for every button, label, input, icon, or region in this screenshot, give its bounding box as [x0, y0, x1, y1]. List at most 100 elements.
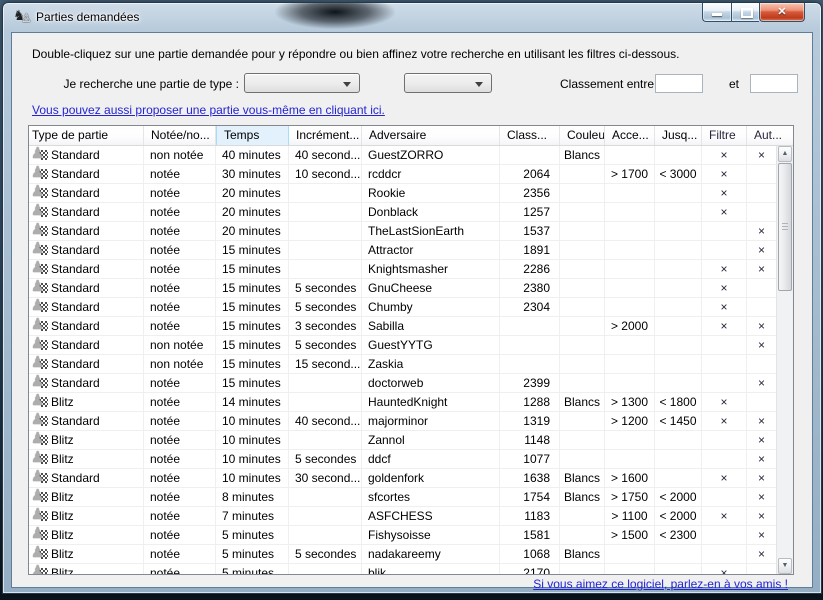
cell-text: Standard — [51, 414, 100, 428]
cell-rating: 1148 — [500, 431, 560, 450]
game-row[interactable]: Standardnon notée15 minutes5 secondesGue… — [29, 336, 776, 355]
game-row[interactable]: Blitznotée7 minutesASFCHESS1183> 1100< 2… — [29, 507, 776, 526]
cell-min: > 1700 — [605, 165, 655, 184]
cell-color — [560, 298, 605, 317]
game-row[interactable]: Blitznotée10 minutesZannol1148× — [29, 431, 776, 450]
chess-pieces-icon: ♞ ♙ — [13, 8, 33, 26]
titlebar[interactable]: ♞ ♙ Parties demandées — [3, 3, 821, 32]
cell-min — [605, 298, 655, 317]
cell-increment: 30 second... — [289, 469, 362, 488]
cell-filter — [702, 355, 747, 374]
game-row[interactable]: Standardnotée30 minutes10 second...rcddc… — [29, 165, 776, 184]
cell-color — [560, 412, 605, 431]
column-header-auto[interactable]: Aut... — [747, 126, 793, 145]
game-row[interactable]: Standardnotée10 minutes30 second...golde… — [29, 469, 776, 488]
pawn-board-icon — [32, 337, 49, 352]
cell-opponent: majorminor — [362, 412, 500, 431]
pawn-board-icon — [32, 280, 49, 295]
cell-auto — [747, 279, 776, 298]
share-software-link[interactable]: Si vous aimez ce logiciel, parlez-en à v… — [533, 577, 788, 591]
pawn-board-icon — [32, 508, 49, 523]
cell-color — [560, 203, 605, 222]
cell-time: 40 minutes — [216, 146, 289, 165]
game-row[interactable]: Blitznotée14 minutesHauntedKnight1288Bla… — [29, 393, 776, 412]
cell-auto: × — [747, 260, 776, 279]
column-header-opponent[interactable]: Adversaire — [362, 126, 500, 145]
game-row[interactable]: Standardnotée20 minutesRookie2356× — [29, 184, 776, 203]
scroll-up-arrow-icon[interactable]: ▲ — [778, 146, 792, 162]
rating-max-input[interactable] — [750, 74, 798, 93]
window-title: Parties demandées — [36, 10, 139, 24]
cell-max — [655, 355, 702, 374]
cell-max — [655, 203, 702, 222]
game-row[interactable]: Standardnon notée15 minutes15 second...Z… — [29, 355, 776, 374]
pawn-board-icon — [32, 185, 49, 200]
game-row[interactable]: Blitznotée5 minutes5 secondesnadakareemy… — [29, 545, 776, 564]
cell-rating: 1288 — [500, 393, 560, 412]
column-header-rated[interactable]: Notée/no... — [144, 126, 216, 145]
game-variant-dropdown[interactable] — [404, 73, 492, 93]
game-row[interactable]: Blitznotée5 minutesFishysoisse1581> 1500… — [29, 526, 776, 545]
cell-rating: 1754 — [500, 488, 560, 507]
minimize-button[interactable] — [702, 3, 731, 22]
game-row[interactable]: Standardnotée15 minutesAttractor1891× — [29, 241, 776, 260]
cell-increment: 15 second... — [289, 355, 362, 374]
cell-rating: 2304 — [500, 298, 560, 317]
cell-rating: 1537 — [500, 222, 560, 241]
propose-game-link[interactable]: Vous pouvez aussi proposer une partie vo… — [32, 103, 385, 117]
cell-auto — [747, 203, 776, 222]
cell-time: 5 minutes — [216, 545, 289, 564]
column-header-color[interactable]: Couleur — [560, 126, 605, 145]
rating-min-input[interactable] — [655, 74, 703, 93]
cell-type: Standard — [29, 374, 144, 393]
game-row[interactable]: Standardnotée10 minutes40 second...major… — [29, 412, 776, 431]
pawn-board-icon — [32, 489, 49, 504]
game-type-dropdown[interactable] — [244, 73, 360, 93]
maximize-button[interactable] — [731, 3, 759, 22]
game-row[interactable]: Standardnotée20 minutesTheLastSionEarth1… — [29, 222, 776, 241]
cell-text: Blitz — [51, 433, 74, 447]
column-header-time[interactable]: Temps▼ — [216, 126, 289, 145]
cell-filter — [702, 488, 747, 507]
scroll-down-arrow-icon[interactable]: ▼ — [778, 558, 792, 574]
column-header-increment[interactable]: Incrément... — [289, 126, 362, 145]
game-row[interactable]: Standardnotée15 minutesKnightsmasher2286… — [29, 260, 776, 279]
scrollbar-thumb[interactable] — [778, 163, 792, 291]
game-row[interactable]: Blitznotée8 minutessfcortes1754Blancs> 1… — [29, 488, 776, 507]
cell-filter — [702, 450, 747, 469]
game-row[interactable]: Standardnotée15 minutes5 secondesChumby2… — [29, 298, 776, 317]
cell-text: Blitz — [51, 547, 74, 561]
cell-text: Blitz — [51, 566, 74, 574]
column-header-rating[interactable]: Class... — [500, 126, 560, 145]
game-row[interactable]: Standardnon notée40 minutes40 second...G… — [29, 146, 776, 165]
game-row[interactable]: Standardnotée20 minutesDonblack1257× — [29, 203, 776, 222]
column-header-label: Filtre — [709, 128, 736, 142]
pawn-board-icon — [32, 356, 49, 371]
cell-max: < 2300 — [655, 526, 702, 545]
close-button[interactable] — [759, 3, 805, 22]
cell-max — [655, 241, 702, 260]
game-row[interactable]: Standardnotée15 minutes5 secondesGnuChee… — [29, 279, 776, 298]
cell-filter: × — [702, 469, 747, 488]
game-row[interactable]: Blitznotée10 minutes5 secondesddcf1077× — [29, 450, 776, 469]
column-header-min[interactable]: Acce... — [605, 126, 655, 145]
column-header-max[interactable]: Jusq... — [655, 126, 702, 145]
pawn-board-icon — [32, 527, 49, 542]
cell-max: < 2000 — [655, 507, 702, 526]
cell-rating — [500, 336, 560, 355]
column-header-label: Couleur — [567, 128, 605, 142]
vertical-scrollbar[interactable]: ▲ ▼ — [776, 146, 793, 574]
pawn-board-icon — [32, 432, 49, 447]
game-row[interactable]: Blitznotée5 minutesblik2170× — [29, 564, 776, 574]
desktop-background: ♞ ♙ Parties demandées Double-cliquez sur… — [0, 0, 823, 600]
pawn-board-icon — [32, 242, 49, 257]
column-header-label: Type de partie — [32, 128, 108, 142]
game-row[interactable]: Standardnotée15 minutesdoctorweb2399× — [29, 374, 776, 393]
game-row[interactable]: Standardnotée15 minutes3 secondesSabilla… — [29, 317, 776, 336]
cell-filter: × — [702, 146, 747, 165]
column-header-type[interactable]: Type de partie — [29, 126, 144, 145]
cell-auto: × — [747, 374, 776, 393]
cell-min — [605, 222, 655, 241]
column-header-filter[interactable]: Filtre — [702, 126, 747, 145]
cell-min: > 2000 — [605, 317, 655, 336]
